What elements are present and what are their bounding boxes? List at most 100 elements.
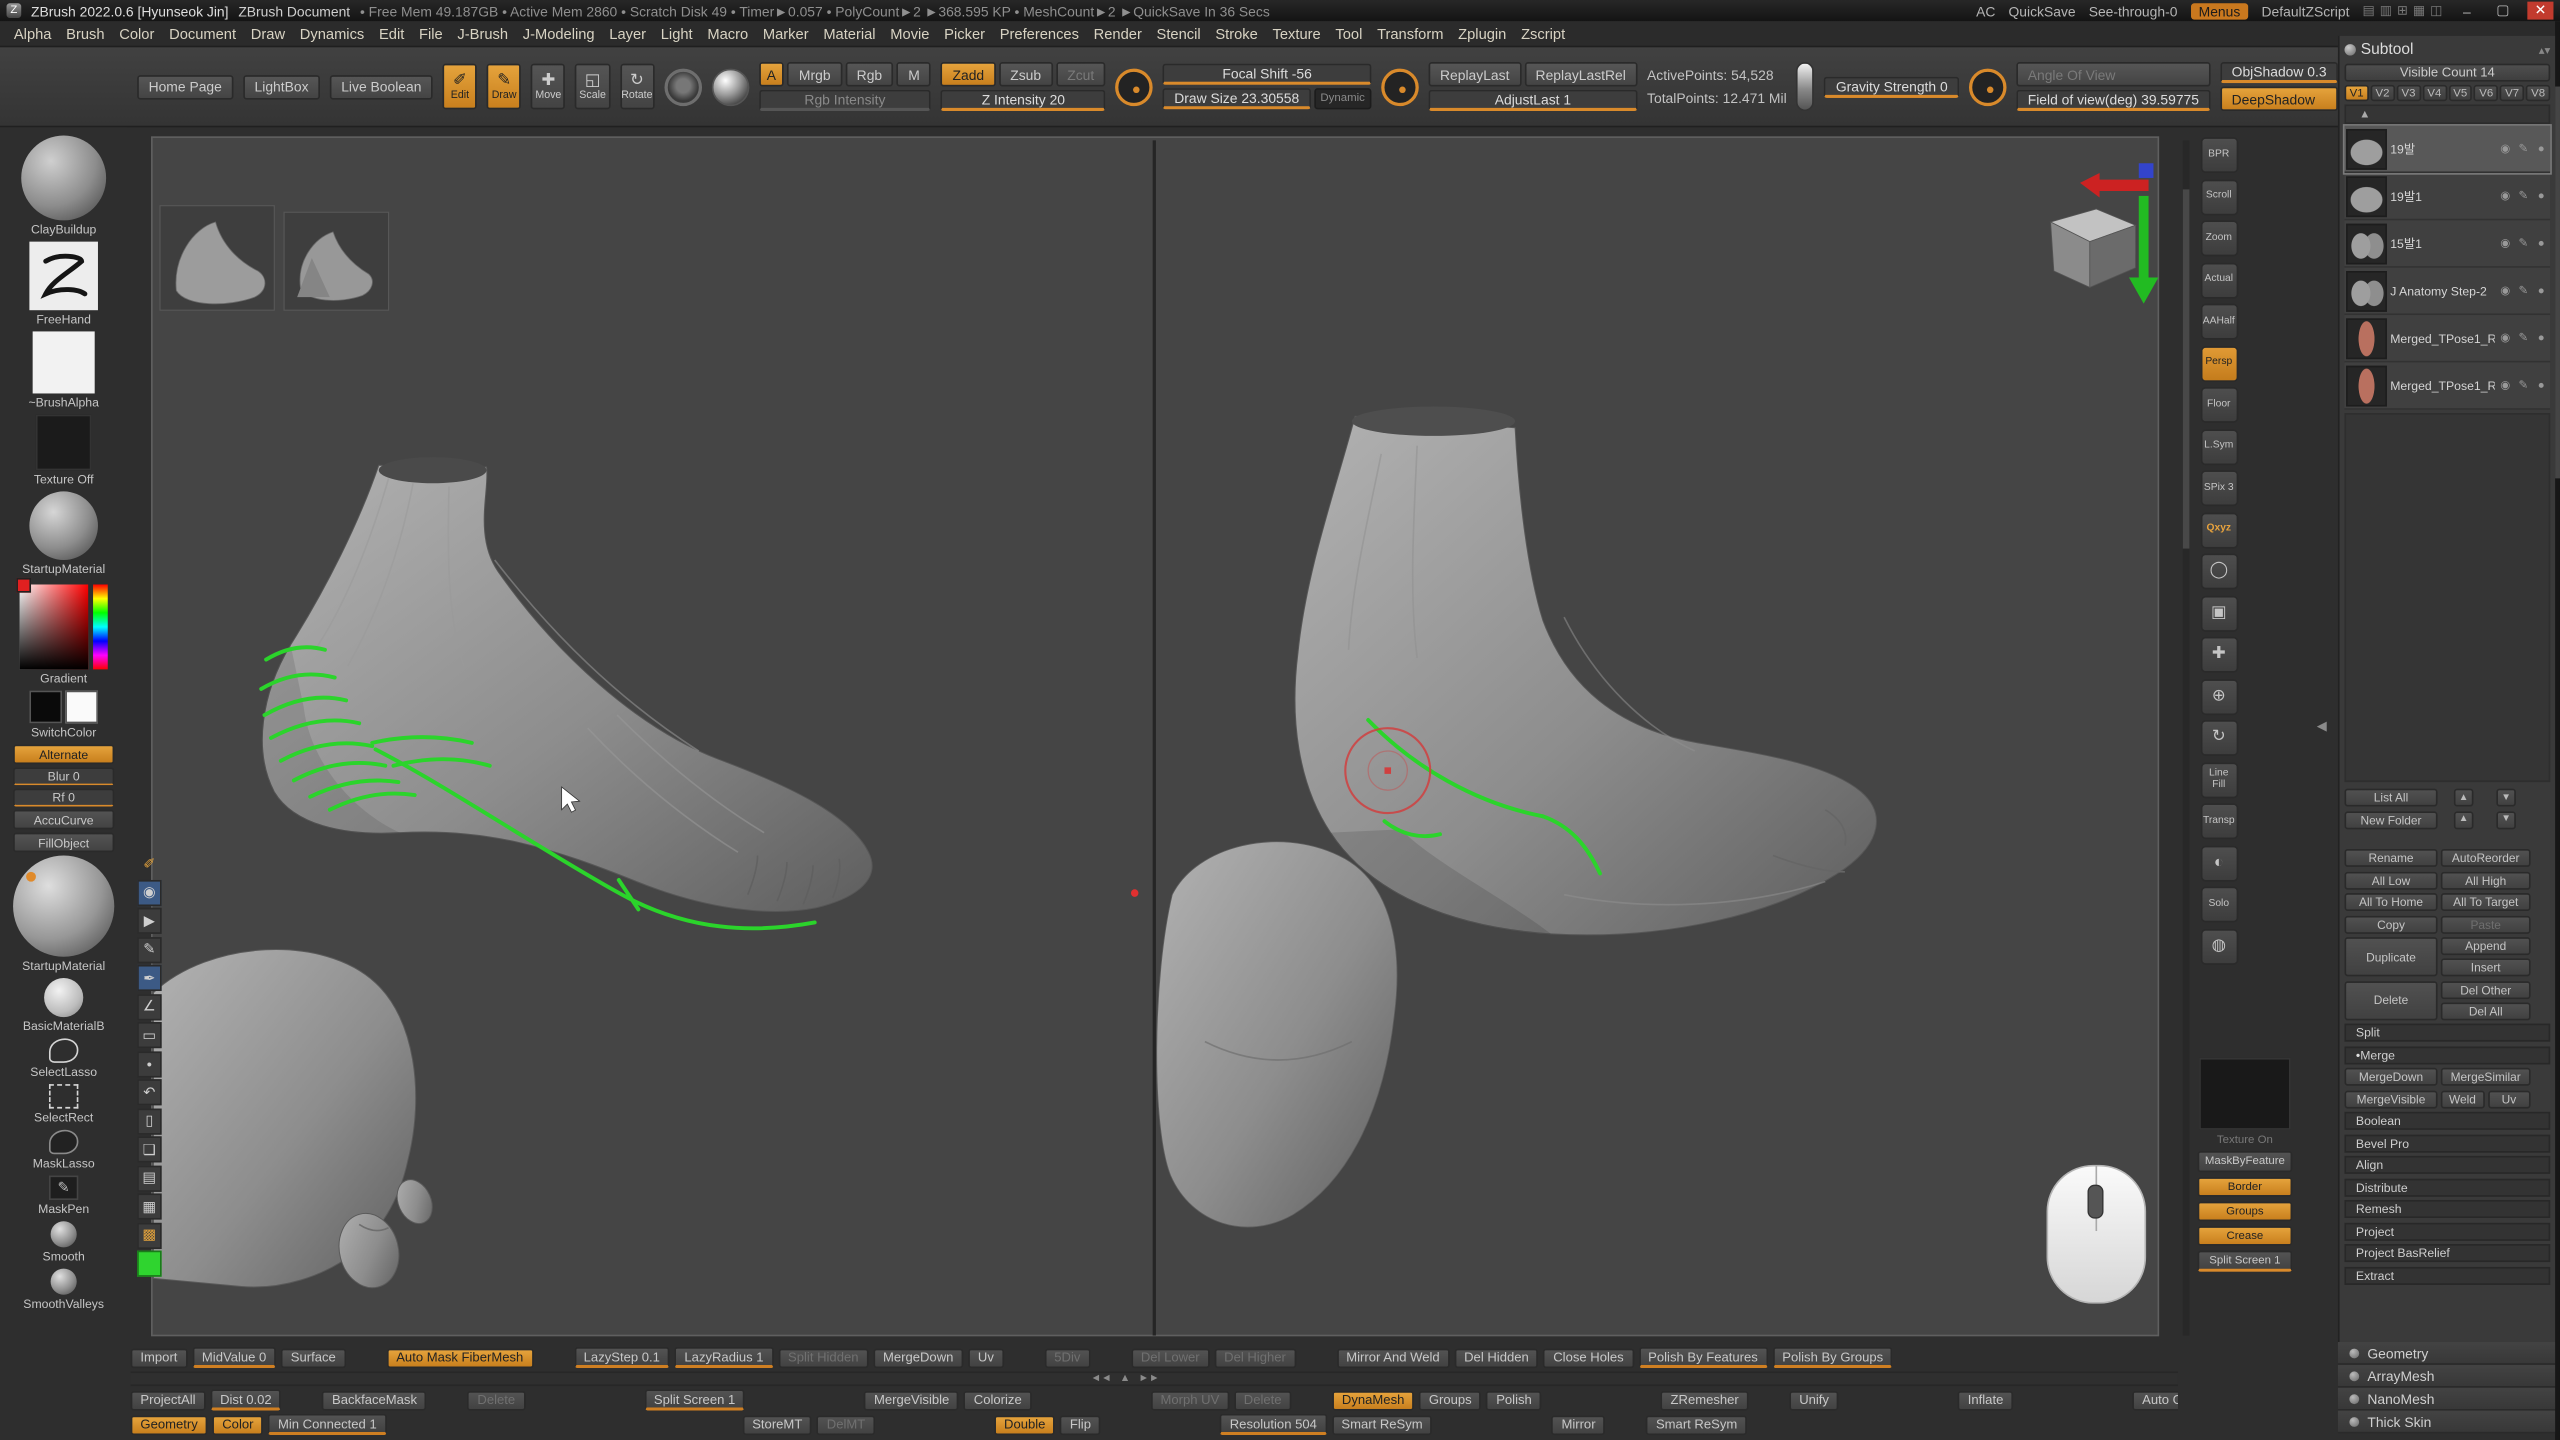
sculpt-icon[interactable]: ●	[2534, 238, 2549, 249]
replay-last-button[interactable]: ReplayLast	[1429, 62, 1521, 86]
color-picker[interactable]: Gradient	[20, 581, 108, 685]
canvas-tool-button[interactable]: •	[137, 1051, 161, 1077]
subtool-version-tab[interactable]: V8	[2526, 85, 2550, 101]
tray-button[interactable]: Surface	[281, 1348, 346, 1368]
close-button[interactable]: ✕	[2527, 2, 2553, 20]
tray-button[interactable]: MergeVisible	[864, 1390, 959, 1410]
polypaint-icon[interactable]: ✎	[2516, 379, 2531, 392]
visibility-eye-icon[interactable]: ◉	[2498, 142, 2513, 155]
tray-button[interactable]: Double	[994, 1415, 1055, 1435]
visible-count-slider[interactable]: Visible Count 14	[2344, 64, 2550, 82]
titlebar-icon[interactable]: ▥	[2380, 3, 2392, 18]
menu-item[interactable]: J-Modeling	[515, 25, 602, 41]
zadd-button[interactable]: Zadd	[941, 62, 995, 86]
menu-item[interactable]: Draw	[243, 25, 292, 41]
zsub-button[interactable]: Zsub	[999, 62, 1053, 86]
subtool-version-tab[interactable]: V5	[2448, 85, 2472, 101]
canvas-tool-button[interactable]: ▭	[137, 1022, 161, 1048]
sculpt-icon[interactable]: ●	[2534, 285, 2549, 296]
menu-item[interactable]: Transform	[1370, 25, 1451, 41]
current-alpha[interactable]: ~BrushAlpha	[28, 331, 98, 409]
hue-strip[interactable]	[93, 584, 108, 669]
alpha-preview-icon[interactable]	[711, 68, 749, 106]
right-shelf-button[interactable]: ◯	[2200, 553, 2238, 589]
distribute-section-header[interactable]: Distribute	[2344, 1178, 2550, 1196]
sculpt-icon[interactable]: ●	[2534, 143, 2549, 154]
draw-mode-button[interactable]: ✎Draw	[487, 64, 521, 110]
menus-toggle[interactable]: Menus	[2190, 2, 2248, 18]
tray-button[interactable]: Flip	[1060, 1415, 1101, 1435]
mrgb-button[interactable]: Mrgb	[787, 62, 841, 86]
tray-button[interactable]: Resolution 504	[1220, 1414, 1327, 1435]
mergedown-button[interactable]: MergeDown	[2344, 1068, 2437, 1086]
tray-button[interactable]: Del Lower	[1131, 1348, 1209, 1368]
draw-size-dial-icon[interactable]	[1115, 68, 1153, 106]
tray-button[interactable]: Color	[212, 1415, 263, 1435]
obj-shadow-slider[interactable]: ObjShadow 0.3	[2220, 62, 2338, 83]
tray-button[interactable]: Auto Mask FiberMesh	[386, 1348, 533, 1368]
polypaint-icon[interactable]: ✎	[2516, 237, 2531, 250]
subtool-version-tab[interactable]: V2	[2370, 85, 2394, 101]
lightbox-button[interactable]: LightBox	[243, 74, 320, 98]
basic-material[interactable]: BasicMaterialB	[23, 978, 105, 1034]
subtool-row[interactable]: Merged_TPose1_Ryan_Kingslie ◉ ✎ ●	[2344, 362, 2550, 409]
menu-item[interactable]: J-Brush	[450, 25, 515, 41]
scale-mode-button[interactable]: ◱Scale	[575, 64, 609, 110]
tray-button[interactable]: Uv	[968, 1348, 1004, 1368]
right-shelf-button[interactable]: Persp	[2200, 345, 2238, 381]
titlebar-icon[interactable]: ▤	[2363, 3, 2375, 18]
tray-button[interactable]: Del Hidden	[1454, 1348, 1538, 1368]
subtool-version-tab[interactable]: V4	[2422, 85, 2446, 101]
menu-item[interactable]: Picker	[937, 25, 993, 41]
folder-down-button[interactable]: ▼	[2496, 811, 2516, 829]
crease-button[interactable]: Crease	[2198, 1226, 2293, 1246]
tray-button[interactable]: ProjectAll	[131, 1390, 206, 1410]
right-shelf-button[interactable]: ◐	[2200, 845, 2238, 881]
groups-button[interactable]: Groups	[2198, 1202, 2293, 1222]
right-shelf-button[interactable]: ↻	[2200, 720, 2238, 756]
append-button[interactable]: Append	[2441, 937, 2531, 955]
autoreorder-button[interactable]: AutoReorder	[2441, 849, 2531, 867]
rgb-button[interactable]: Rgb	[845, 62, 893, 86]
focal-shift-slider[interactable]: Focal Shift -56	[1163, 64, 1372, 85]
menu-item[interactable]: Render	[1086, 25, 1149, 41]
right-shelf-button[interactable]: Zoom	[2200, 220, 2238, 256]
right-shelf-button[interactable]: ◍	[2200, 928, 2238, 964]
current-material[interactable]: StartupMaterial	[22, 491, 105, 576]
rotate-mode-button[interactable]: ↻Rotate	[620, 64, 655, 110]
rgb-intensity-slider[interactable]: Rgb Intensity	[759, 90, 932, 111]
all-to-home-button[interactable]: All To Home	[2344, 893, 2437, 911]
right-shelf-button[interactable]: Floor	[2200, 387, 2238, 423]
right-shelf-button[interactable]: Qxyz	[2200, 512, 2238, 548]
titlebar-icon[interactable]: ▦	[2413, 3, 2425, 18]
stroke-preview-icon[interactable]	[664, 68, 702, 106]
adjust-last-slider[interactable]: AdjustLast 1	[1429, 90, 1638, 111]
visibility-eye-icon[interactable]: ◉	[2498, 331, 2513, 344]
subtool-version-tab[interactable]: V6	[2474, 85, 2498, 101]
extract-section-header[interactable]: Extract	[2344, 1266, 2550, 1284]
tray-button[interactable]: MergeDown	[873, 1348, 963, 1368]
anchor-a-button[interactable]: A	[759, 62, 785, 86]
list-all-button[interactable]: List All	[2344, 789, 2437, 807]
project-section-header[interactable]: Project	[2344, 1222, 2550, 1240]
quicksave-button[interactable]: QuickSave	[2009, 2, 2076, 18]
tray-button[interactable]: DelMT	[817, 1415, 875, 1435]
material-large[interactable]: StartupMaterial	[13, 856, 114, 974]
visibility-eye-icon[interactable]: ◉	[2498, 284, 2513, 297]
folder-up-button[interactable]: ▲	[2454, 811, 2474, 829]
copy-button[interactable]: Copy	[2344, 915, 2437, 933]
visibility-eye-icon[interactable]: ◉	[2498, 237, 2513, 250]
tray-button[interactable]: Polish By Features	[1638, 1347, 1767, 1368]
blur-slider[interactable]: Blur 0	[13, 767, 114, 785]
tray-button[interactable]: Smart ReSym	[1646, 1415, 1747, 1435]
tray-button[interactable]: LazyStep 0.1	[574, 1347, 670, 1368]
menu-item[interactable]: Marker	[756, 25, 816, 41]
brush-tool-item[interactable]: MaskLasso	[33, 1130, 95, 1171]
dynamic-toggle[interactable]: Dynamic	[1314, 88, 1372, 109]
lazy-mouse-icon[interactable]	[1381, 68, 1419, 106]
all-to-target-button[interactable]: All To Target	[2441, 893, 2531, 911]
canvas-scrollbar[interactable]	[2183, 140, 2190, 1335]
tray-button[interactable]: Dist 0.02	[210, 1389, 281, 1410]
move-mode-button[interactable]: ✚Move	[531, 64, 565, 110]
menu-item[interactable]: Document	[162, 25, 244, 41]
